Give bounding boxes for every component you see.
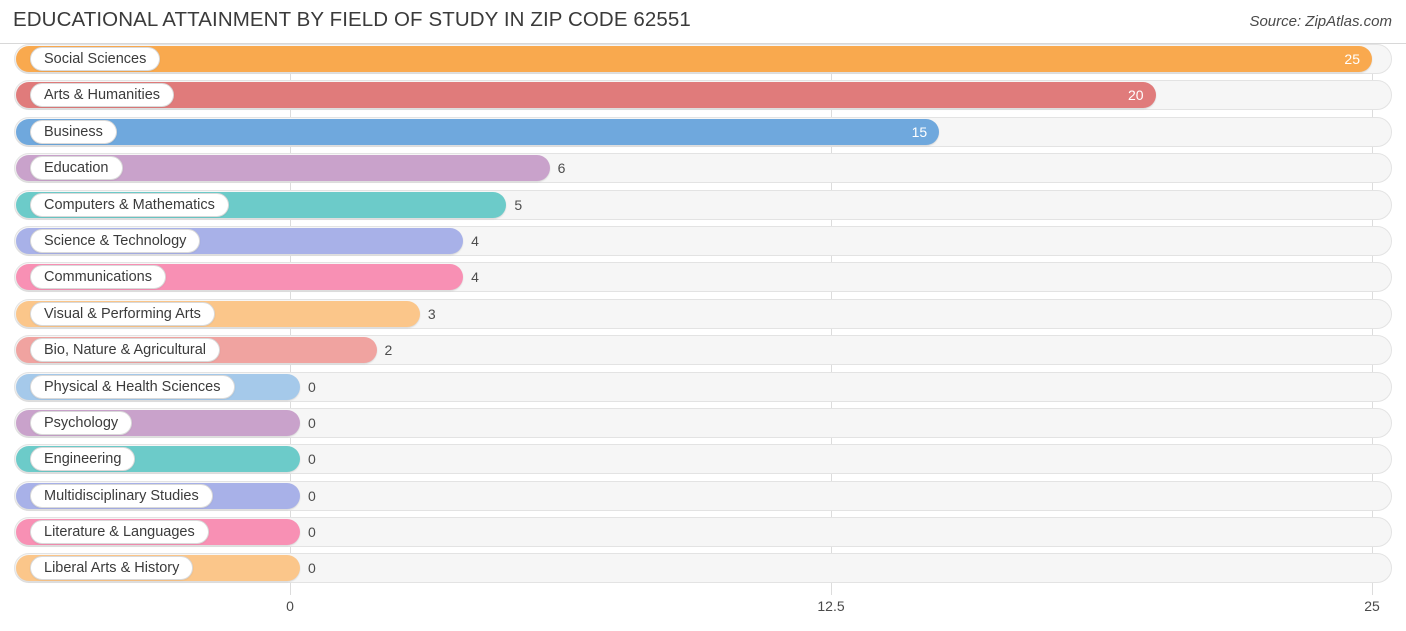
bar-label: Physical & Health Sciences bbox=[30, 374, 235, 399]
chart-header: EDUCATIONAL ATTAINMENT BY FIELD OF STUDY… bbox=[0, 0, 1406, 44]
bar-label: Education bbox=[30, 156, 123, 181]
bar-label: Communications bbox=[30, 265, 166, 290]
bar-row[interactable]: Business 15 bbox=[0, 116, 1406, 147]
bar-rows: Social Sciences 25 Arts & Humanities 20 Busi… bbox=[0, 44, 1406, 590]
source-attribution: Source: ZipAtlas.com bbox=[1249, 13, 1392, 30]
bar-row[interactable]: Literature & Languages 0 bbox=[0, 517, 1406, 548]
bar-value: 0 bbox=[308, 414, 316, 431]
bar-value: 25 bbox=[1344, 51, 1360, 67]
bar-value: 15 bbox=[911, 123, 928, 140]
bar-row[interactable]: Education 6 bbox=[0, 153, 1406, 184]
bar-label: Engineering bbox=[30, 447, 136, 472]
bar[interactable] bbox=[16, 118, 940, 145]
bar-label: Visual & Performing Arts bbox=[30, 301, 215, 326]
bar-value: 4 bbox=[471, 269, 479, 286]
bar-row[interactable]: Multidisciplinary Studies 0 bbox=[0, 480, 1406, 511]
bar-value: 0 bbox=[308, 524, 316, 541]
page-title: EDUCATIONAL ATTAINMENT BY FIELD OF STUDY… bbox=[13, 8, 691, 31]
bar-row[interactable]: Physical & Health Sciences 0 bbox=[0, 371, 1406, 402]
bar-label: Science & Technology bbox=[30, 228, 201, 253]
bar-value: 5 bbox=[514, 196, 523, 213]
bar-label: Psychology bbox=[30, 410, 133, 435]
bar-value: 3 bbox=[427, 305, 436, 322]
bar-value: 0 bbox=[308, 560, 316, 577]
bar-value: 0 bbox=[308, 487, 316, 504]
x-axis: 0 12.5 25 bbox=[0, 595, 1406, 631]
bar-label: Bio, Nature & Agricultural bbox=[30, 338, 220, 363]
bar-label: Social Sciences bbox=[30, 47, 161, 71]
bar[interactable] bbox=[16, 82, 1156, 109]
x-tick-label: 25 bbox=[1364, 598, 1380, 614]
bar-label: Liberal Arts & History bbox=[30, 556, 194, 581]
bar-row[interactable]: Psychology 0 bbox=[0, 407, 1406, 438]
x-tick-label: 12.5 bbox=[817, 598, 845, 614]
bar-value: 0 bbox=[308, 378, 316, 395]
bar-row[interactable]: Science & Technology 4 bbox=[0, 225, 1406, 256]
bar-label: Literature & Languages bbox=[30, 520, 209, 545]
bar-value: 4 bbox=[471, 232, 479, 249]
bar-row[interactable]: Engineering 0 bbox=[0, 444, 1406, 475]
bar-row[interactable]: Bio, Nature & Agricultural 2 bbox=[0, 335, 1406, 366]
bar-row[interactable]: Social Sciences 25 bbox=[0, 44, 1406, 74]
bar-value: 2 bbox=[384, 342, 393, 359]
bar-row[interactable]: Communications 4 bbox=[0, 262, 1406, 293]
bar-value: 20 bbox=[1128, 87, 1144, 104]
bar[interactable] bbox=[16, 46, 1372, 72]
bar-value: 6 bbox=[557, 160, 566, 177]
bar-label: Arts & Humanities bbox=[30, 83, 175, 108]
bar-label: Computers & Mathematics bbox=[30, 192, 229, 217]
bar-row[interactable]: Visual & Performing Arts 3 bbox=[0, 298, 1406, 329]
bar-value: 0 bbox=[308, 451, 316, 468]
chart-container: EDUCATIONAL ATTAINMENT BY FIELD OF STUDY… bbox=[0, 0, 1406, 631]
bar-label: Multidisciplinary Studies bbox=[30, 483, 213, 508]
x-tick-label: 0 bbox=[286, 598, 294, 614]
plot-area: Social Sciences 25 Arts & Humanities 20 Busi… bbox=[0, 44, 1406, 595]
bar-label: Business bbox=[30, 119, 117, 144]
bar-row[interactable]: Computers & Mathematics 5 bbox=[0, 189, 1406, 220]
bar-row[interactable]: Arts & Humanities 20 bbox=[0, 80, 1406, 111]
bar-row[interactable]: Liberal Arts & History 0 bbox=[0, 553, 1406, 584]
